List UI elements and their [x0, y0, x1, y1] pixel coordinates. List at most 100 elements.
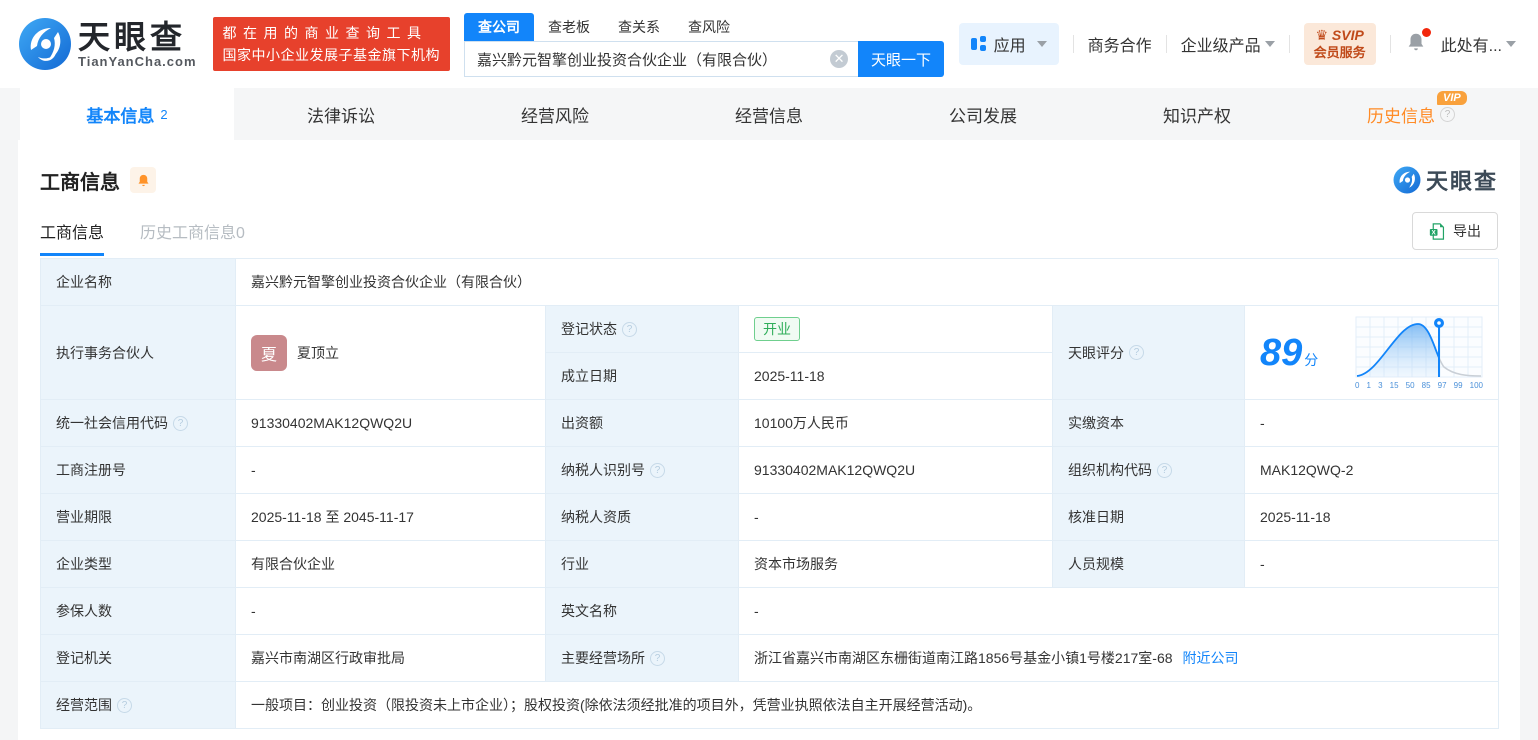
- taxpayer-id-value: 91330402MAK12QWQ2U: [739, 447, 1053, 494]
- svip-sublabel: 会员服务: [1314, 44, 1366, 61]
- watermark-logo: 天眼查: [1393, 164, 1498, 196]
- contribution-value: 10100万人民币: [739, 400, 1053, 447]
- field-label: 执行事务合伙人: [41, 306, 236, 400]
- field-label: 营业期限: [41, 494, 236, 541]
- help-icon[interactable]: ?: [1440, 107, 1455, 122]
- tianyancha-logo-icon: [1393, 166, 1421, 194]
- help-icon[interactable]: ?: [650, 651, 665, 666]
- search-tab-risk[interactable]: 查风险: [674, 13, 744, 41]
- staff-size-value: -: [1245, 541, 1499, 588]
- brand-name: 天眼查: [78, 20, 197, 54]
- help-icon[interactable]: ?: [117, 698, 132, 713]
- field-label: 经营范围?: [41, 682, 236, 729]
- taxpayer-qual-value: -: [739, 494, 1053, 541]
- avatar: 夏: [251, 335, 287, 371]
- help-icon[interactable]: ?: [1157, 463, 1172, 478]
- clear-search-icon[interactable]: ✕: [830, 50, 848, 68]
- business-term-value: 2025-11-18 至 2045-11-17: [236, 494, 546, 541]
- tab-business-info[interactable]: 经营信息: [662, 88, 876, 140]
- monitor-bell-icon[interactable]: [130, 167, 156, 193]
- enterprise-products-label: 企业级产品: [1181, 32, 1261, 56]
- chevron-down-icon: [1037, 41, 1047, 47]
- approval-date-value: 2025-11-18: [1245, 494, 1499, 541]
- export-label: 导出: [1453, 221, 1481, 241]
- search-input[interactable]: [464, 41, 858, 77]
- field-label: 人员规模: [1053, 541, 1245, 588]
- field-label: 天眼评分?: [1053, 306, 1245, 400]
- section-title: 工商信息: [40, 166, 120, 195]
- subtab-history-registration[interactable]: 历史工商信息0: [140, 219, 245, 256]
- business-info-table: 企业名称 嘉兴黔元智擎创业投资合伙企业（有限合伙） 执行事务合伙人 夏 夏顶立 …: [40, 258, 1498, 729]
- tab-label: 历史信息: [1367, 102, 1435, 127]
- nearby-companies-link[interactable]: 附近公司: [1183, 648, 1239, 668]
- tab-label: 法律诉讼: [307, 102, 375, 127]
- paid-capital-value: -: [1245, 400, 1499, 447]
- search-button[interactable]: 天眼一下: [858, 41, 944, 77]
- field-label: 行业: [546, 541, 739, 588]
- apps-menu-button[interactable]: 应用: [959, 23, 1059, 65]
- business-site-value: 浙江省嘉兴市南湖区东栅街道南江路1856号基金小镇1号楼217室-68 附近公司: [739, 635, 1499, 682]
- field-label: 企业名称: [41, 259, 236, 306]
- tab-label: 知识产权: [1163, 102, 1231, 127]
- watermark-logo-text: 天眼查: [1426, 164, 1498, 196]
- business-cooperation-link[interactable]: 商务合作: [1088, 32, 1152, 56]
- business-scope-value: 一般项目：创业投资（限投资未上市企业）；股权投资(除依法须经批准的项目外，凭营业…: [236, 682, 1499, 729]
- establish-date-value: 2025-11-18: [739, 353, 1053, 400]
- notification-bell-icon[interactable]: [1405, 31, 1427, 58]
- chevron-down-icon: [1265, 41, 1275, 47]
- apps-label: 应用: [994, 32, 1026, 56]
- field-label: 核准日期: [1053, 494, 1245, 541]
- apps-grid-icon: [971, 36, 987, 52]
- tab-basic-info[interactable]: 基本信息 2: [20, 88, 234, 140]
- exec-partner-name[interactable]: 夏顶立: [297, 343, 339, 363]
- field-label: 登记机关: [41, 635, 236, 682]
- field-label: 纳税人识别号?: [546, 447, 739, 494]
- search-tab-relation[interactable]: 查关系: [604, 13, 674, 41]
- insured-count-value: -: [236, 588, 546, 635]
- search-tab-company[interactable]: 查公司: [464, 13, 534, 41]
- help-icon[interactable]: ?: [650, 463, 665, 478]
- field-label: 主要经营场所?: [546, 635, 739, 682]
- tianyancha-logo[interactable]: 天眼查 TianYanCha.com: [18, 17, 197, 71]
- score-number: 89分: [1260, 334, 1318, 372]
- user-menu[interactable]: 此处有...: [1441, 32, 1516, 56]
- reg-number-value: -: [236, 447, 546, 494]
- field-label: 成立日期: [546, 353, 739, 400]
- help-icon[interactable]: ?: [1129, 345, 1144, 360]
- enterprise-products-link[interactable]: 企业级产品: [1181, 32, 1275, 56]
- help-icon[interactable]: ?: [622, 322, 637, 337]
- english-name-value: -: [739, 588, 1499, 635]
- tab-company-development[interactable]: 公司发展: [876, 88, 1090, 140]
- field-label: 纳税人资质: [546, 494, 739, 541]
- company-type-value: 有限合伙企业: [236, 541, 546, 588]
- credit-code-value: 91330402MAK12QWQ2U: [236, 400, 546, 447]
- field-label: 英文名称: [546, 588, 739, 635]
- tab-intellectual-property[interactable]: 知识产权: [1090, 88, 1304, 140]
- exec-partner-value: 夏 夏顶立: [236, 306, 546, 400]
- svip-member-button[interactable]: ♛ SVIP 会员服务: [1304, 23, 1376, 65]
- tab-label: 基本信息: [86, 102, 154, 127]
- field-label: 统一社会信用代码?: [41, 400, 236, 447]
- industry-value: 资本市场服务: [739, 541, 1053, 588]
- search-tabs: 查公司 查老板 查关系 查风险: [464, 11, 944, 41]
- field-label: 出资额: [546, 400, 739, 447]
- export-button[interactable]: X 导出: [1412, 212, 1498, 250]
- divider: [1166, 35, 1167, 53]
- header-right-menu: 应用 商务合作 企业级产品 ♛ SVIP 会员服务 此处有...: [959, 23, 1516, 65]
- top-header: 天眼查 TianYanCha.com 都在用的商业查询工具 国家中小企业发展子基…: [0, 0, 1538, 88]
- tab-count-badge: 2: [160, 107, 167, 122]
- promo-line2: 国家中小企业发展子基金旗下机构: [223, 44, 441, 66]
- tab-operating-risk[interactable]: 经营风险: [448, 88, 662, 140]
- field-label: 实缴资本: [1053, 400, 1245, 447]
- main-content: 工商信息 天眼查 工商信息 历史工商信息0 X: [18, 140, 1520, 740]
- org-code-value: MAK12QWQ-2: [1245, 447, 1499, 494]
- tab-history-info[interactable]: VIP 历史信息 ?: [1304, 88, 1518, 140]
- reg-status-value: 开业: [739, 306, 1053, 353]
- search-tab-boss[interactable]: 查老板: [534, 13, 604, 41]
- vip-badge: VIP: [1437, 91, 1467, 105]
- notification-dot: [1422, 28, 1431, 37]
- divider: [1073, 35, 1074, 53]
- help-icon[interactable]: ?: [173, 416, 188, 431]
- subtab-business-registration[interactable]: 工商信息: [40, 219, 104, 256]
- tab-legal-proceedings[interactable]: 法律诉讼: [234, 88, 448, 140]
